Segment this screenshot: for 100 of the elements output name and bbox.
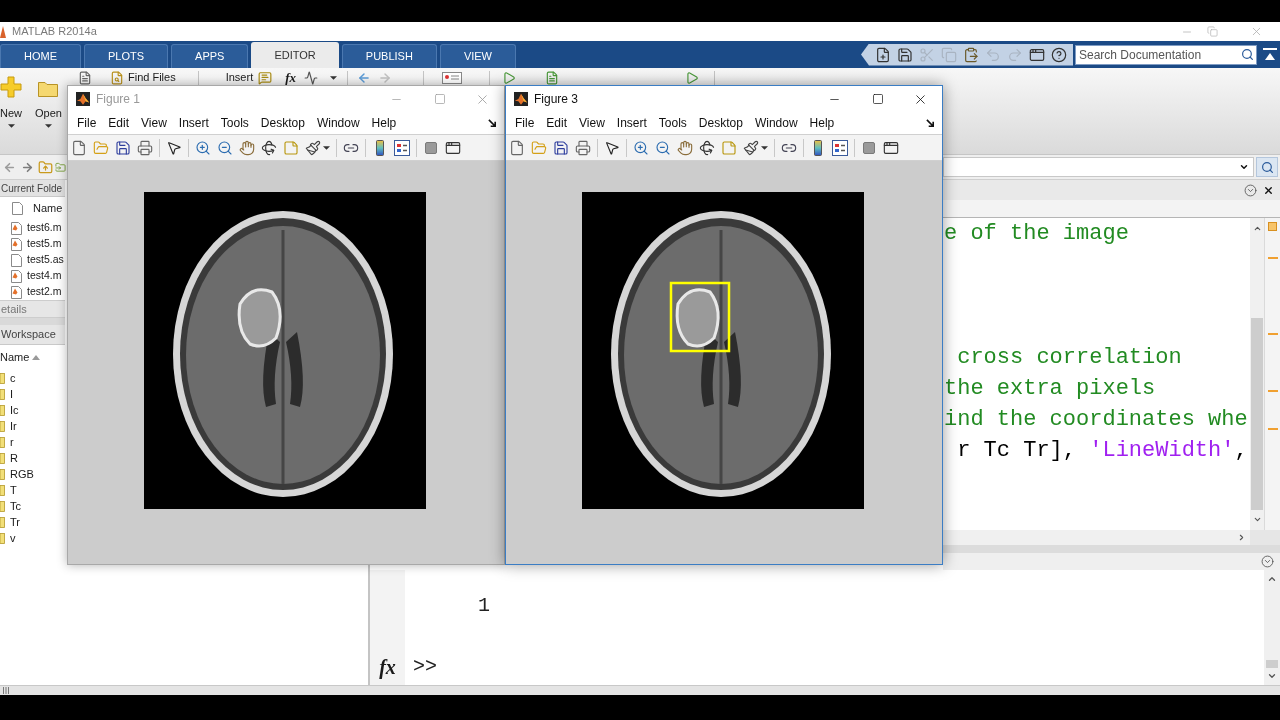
menu-item[interactable]: Insert <box>610 114 653 132</box>
chevron-down-icon[interactable] <box>1252 515 1262 524</box>
ribbon-tab[interactable]: VIEW <box>439 44 516 68</box>
ribbon-tab[interactable]: EDITOR <box>251 42 339 68</box>
variable-name[interactable]: v <box>10 529 16 547</box>
pointer-icon[interactable] <box>604 139 620 156</box>
file-name[interactable]: test2.m <box>27 284 62 300</box>
scrollbar[interactable] <box>1264 570 1280 685</box>
variable-name[interactable]: c <box>10 369 16 387</box>
marker-icon[interactable] <box>1267 428 1278 430</box>
search-icon[interactable] <box>1241 48 1254 61</box>
menu-item[interactable]: View <box>135 114 173 132</box>
help-icon[interactable] <box>1051 46 1067 63</box>
document-icon[interactable] <box>545 70 560 85</box>
ribbon-tab[interactable]: HOME <box>0 44 81 68</box>
pointer-icon[interactable] <box>166 139 182 156</box>
printer-icon[interactable] <box>137 139 153 156</box>
save-icon[interactable] <box>553 139 569 156</box>
dock-arrow-icon[interactable] <box>926 118 935 128</box>
brush-icon[interactable] <box>305 139 321 156</box>
menu-item[interactable]: Tools <box>214 114 255 132</box>
menu-item[interactable]: File <box>71 114 103 132</box>
insert-function-button[interactable]: fx <box>285 70 297 85</box>
new-file-icon[interactable] <box>509 139 525 156</box>
open-button[interactable]: Open <box>35 76 62 128</box>
forward-arrow-icon[interactable] <box>21 160 34 174</box>
variable-name[interactable]: R <box>10 449 18 467</box>
path-field[interactable] <box>943 157 1254 177</box>
square-icon[interactable] <box>863 141 875 154</box>
sort-arrow-icon[interactable] <box>32 355 41 360</box>
scrollbar[interactable] <box>943 530 1250 545</box>
zoom-out-icon[interactable] <box>655 139 671 156</box>
menu-item[interactable]: Desktop <box>254 114 311 132</box>
file-name[interactable]: test5.m <box>27 236 62 252</box>
brush-icon[interactable] <box>743 139 759 156</box>
hand-icon[interactable] <box>677 139 693 156</box>
column-header[interactable]: Name <box>33 200 63 217</box>
rotate-icon[interactable] <box>261 139 277 156</box>
variable-name[interactable]: T <box>10 481 17 499</box>
menu-item[interactable]: Edit <box>102 114 136 132</box>
variable-name[interactable]: Ir <box>10 417 17 435</box>
file-name[interactable]: test4.m <box>27 268 62 284</box>
window-icon[interactable] <box>445 139 461 156</box>
menu-item[interactable]: Help <box>803 114 841 132</box>
caret-icon[interactable] <box>761 145 768 150</box>
square-icon[interactable] <box>425 141 437 154</box>
play-icon[interactable] <box>502 70 517 85</box>
menu-item[interactable]: Help <box>365 114 403 132</box>
search-field[interactable]: Search Documentation <box>1075 44 1257 65</box>
variable-name[interactable]: Tr <box>10 513 20 531</box>
zoom-out-icon[interactable] <box>217 139 233 156</box>
new-file-icon[interactable] <box>71 139 87 156</box>
scrollbar-thumb[interactable] <box>1266 660 1278 668</box>
caret-icon[interactable] <box>44 124 52 128</box>
variable-name[interactable]: Tc <box>10 497 21 515</box>
find-files-button[interactable]: Find Files <box>110 69 176 86</box>
search-button[interactable] <box>1256 157 1278 177</box>
ribbon-tab[interactable]: PUBLISH <box>341 44 437 68</box>
column-header[interactable]: Name <box>0 349 30 366</box>
menu-item[interactable]: Window <box>748 114 804 132</box>
maximize-icon[interactable] <box>871 93 884 105</box>
collapse-icon[interactable] <box>1263 47 1277 62</box>
close-icon[interactable] <box>1263 184 1274 196</box>
insert-button[interactable]: Insert <box>225 69 254 86</box>
variable-name[interactable]: Ic <box>10 401 19 419</box>
new-button[interactable]: New <box>0 76 22 128</box>
ribbon-tab[interactable]: PLOTS <box>84 44 169 68</box>
variable-name[interactable]: r <box>10 433 14 451</box>
chevron-up-icon[interactable] <box>1252 224 1262 233</box>
pulse-icon[interactable] <box>304 70 319 85</box>
menu-item[interactable]: Window <box>310 114 366 132</box>
marker-icon[interactable] <box>1267 257 1278 259</box>
play-icon[interactable] <box>685 70 700 85</box>
printer-icon[interactable] <box>575 139 591 156</box>
comment-icon[interactable] <box>258 70 273 85</box>
menu-item[interactable]: View <box>573 114 611 132</box>
ribbon-tab[interactable]: APPS <box>171 44 249 68</box>
chevron-down-icon[interactable] <box>1267 671 1277 681</box>
hand-icon[interactable] <box>239 139 255 156</box>
menu-item[interactable]: Desktop <box>692 114 749 132</box>
legend-icon[interactable] <box>394 139 410 156</box>
marker-icon[interactable] <box>1267 333 1278 335</box>
file-name[interactable]: test5.as <box>27 252 64 268</box>
scrollbar[interactable] <box>1250 218 1264 530</box>
zoom-in-icon[interactable] <box>633 139 649 156</box>
clipboard-icon[interactable] <box>963 46 979 63</box>
caret-icon[interactable] <box>330 75 338 80</box>
menu-item[interactable]: Insert <box>172 114 215 132</box>
chevron-up-icon[interactable] <box>1267 574 1277 584</box>
dock-arrow-icon[interactable] <box>488 118 497 128</box>
variable-name[interactable]: RGB <box>10 465 34 483</box>
menu-item[interactable]: File <box>509 114 541 132</box>
file-name[interactable]: test6.m <box>27 220 62 236</box>
menu-item[interactable]: Edit <box>540 114 574 132</box>
marker-icon[interactable] <box>1267 390 1278 392</box>
zoom-in-icon[interactable] <box>195 139 211 156</box>
save-icon[interactable] <box>897 46 913 63</box>
window-icon[interactable] <box>1029 46 1045 63</box>
function-browser-button[interactable]: fx <box>379 656 396 678</box>
rotate-icon[interactable] <box>699 139 715 156</box>
